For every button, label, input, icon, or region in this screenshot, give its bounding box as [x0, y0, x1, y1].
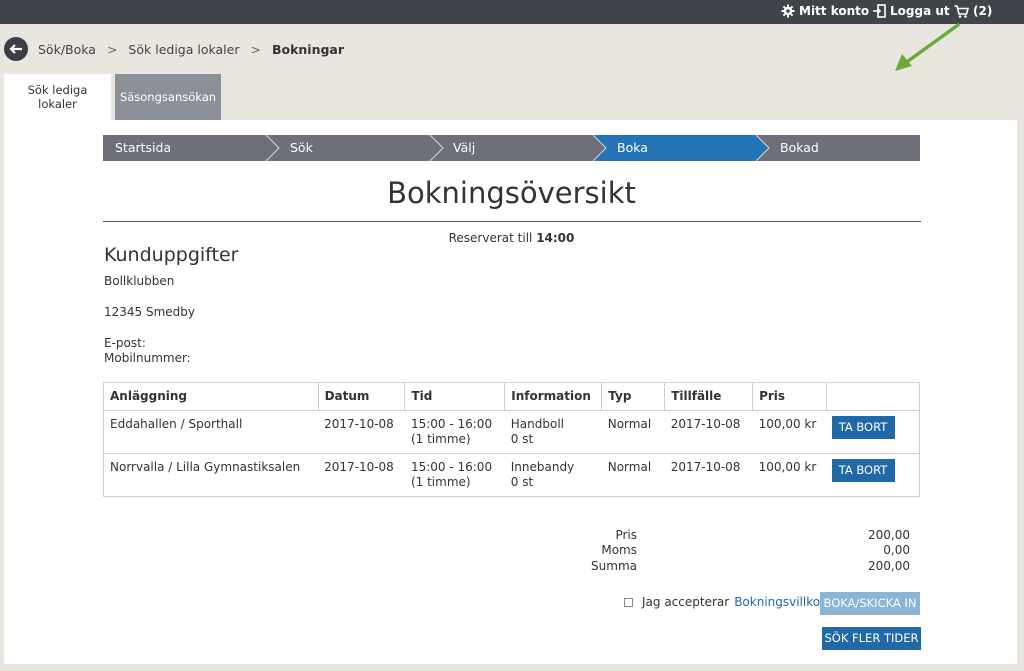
- cell-action: TA BORT: [826, 410, 920, 454]
- breadcrumb: Sök/Boka > Sök lediga lokaler > Bokninga…: [4, 37, 344, 61]
- cell-time: 15:00 - 16:00 (1 timme): [404, 453, 505, 497]
- breadcrumb-current: Bokningar: [271, 41, 345, 57]
- cell-time: 15:00 - 16:00 (1 timme): [404, 410, 505, 454]
- tab-season-application[interactable]: Säsongsansökan: [115, 74, 221, 120]
- breadcrumb-separator: >: [250, 41, 261, 57]
- breadcrumb-separator: >: [106, 41, 118, 57]
- customer-name: Bollklubben: [104, 274, 175, 288]
- cell-date: 2017-10-08: [318, 410, 405, 454]
- cart-count: (2): [973, 4, 993, 18]
- time-range: 15:00 - 16:00: [410, 460, 493, 474]
- terms-acceptance: Jag accepterar Bokningsvillkor: [624, 595, 825, 609]
- table-row: Norrvalla / Lilla Gymnastiksalen 2017-10…: [103, 453, 920, 497]
- cell-type: Normal: [601, 410, 665, 454]
- summary-vat-value: 0,00: [883, 543, 910, 557]
- customer-mobile-label: Mobilnummer:: [104, 351, 191, 365]
- remove-booking-button[interactable]: TA BORT: [831, 416, 895, 439]
- info-count: 0 st: [510, 432, 534, 446]
- back-button[interactable]: [4, 37, 28, 61]
- breadcrumb-link-search-venues[interactable]: Sök lediga lokaler: [128, 42, 239, 57]
- info-activity: Handboll: [510, 417, 564, 431]
- summary-vat-label: Moms: [601, 543, 637, 557]
- column-header-facility: Anläggning: [103, 382, 319, 411]
- cart-link[interactable]: (2): [954, 4, 992, 18]
- summary-total-value: 200,00: [868, 559, 910, 573]
- remove-booking-button[interactable]: TA BORT: [831, 459, 895, 482]
- column-header-price: Pris: [752, 382, 827, 411]
- accept-terms-label: Jag accepterar: [642, 595, 730, 609]
- title-divider: [103, 221, 921, 222]
- submit-booking-button[interactable]: BOKA/SKICKA IN: [820, 592, 920, 615]
- cart-icon: [954, 4, 969, 18]
- logout-link[interactable]: Logga ut: [873, 4, 950, 18]
- step-search[interactable]: Sök: [278, 135, 313, 161]
- step-booked: Bokad: [780, 140, 819, 155]
- breadcrumb-link-search-book[interactable]: Sök/Boka: [38, 42, 96, 57]
- top-bar: Mitt konto Logga ut (2): [0, 0, 1024, 24]
- cell-occasion: 2017-10-08: [664, 410, 753, 454]
- reserved-until: Reserverat till 14:00: [103, 231, 920, 245]
- cell-type: Normal: [601, 453, 665, 497]
- cell-information: Innebandy 0 st: [504, 453, 602, 497]
- time-duration: (1 timme): [410, 475, 471, 489]
- column-header-type: Typ: [601, 382, 666, 411]
- my-account-link[interactable]: Mitt konto: [781, 4, 869, 18]
- column-header-time: Tid: [404, 382, 506, 411]
- customer-heading: Kunduppgifter: [104, 244, 239, 266]
- my-account-label: Mitt konto: [799, 4, 870, 18]
- summary-price-label: Pris: [615, 528, 637, 542]
- cell-facility: Norrvalla / Lilla Gymnastiksalen: [103, 453, 319, 497]
- step-home[interactable]: Startsida: [103, 135, 171, 161]
- cell-action: TA BORT: [826, 453, 920, 497]
- column-header-information: Information: [504, 382, 603, 411]
- logout-label: Logga ut: [890, 4, 950, 18]
- page-title: Bokningsöversikt: [387, 176, 636, 210]
- customer-address: 12345 Smedby: [104, 305, 196, 319]
- reserved-label: Reserverat till: [448, 231, 533, 245]
- time-duration: (1 timme): [410, 432, 471, 446]
- cell-occasion: 2017-10-08: [664, 453, 753, 497]
- column-header-action: [826, 382, 920, 411]
- tab-label: Säsongsansökan: [119, 90, 217, 104]
- cell-price: 100,00 kr: [752, 453, 827, 497]
- annotation-arrow-icon: [895, 23, 960, 71]
- logout-icon: [873, 4, 886, 18]
- customer-email-label: E-post:: [104, 336, 146, 350]
- tab-search-venues[interactable]: Sök lediga lokaler: [4, 74, 111, 120]
- info-count: 0 st: [510, 475, 534, 489]
- step-select[interactable]: Välj: [441, 135, 475, 161]
- gear-icon: [781, 4, 795, 18]
- booking-terms-link[interactable]: Bokningsvillkor: [734, 595, 825, 609]
- column-header-occasion: Tillfälle: [664, 382, 754, 411]
- info-activity: Innebandy: [510, 460, 575, 474]
- arrow-left-icon: [9, 44, 22, 54]
- tab-label: Sök lediga lokaler: [27, 83, 88, 111]
- cell-facility: Eddahallen / Sporthall: [103, 410, 319, 454]
- step-book: Boka: [617, 140, 648, 155]
- table-row: Eddahallen / Sporthall 2017-10-08 15:00 …: [103, 410, 920, 454]
- cell-information: Handboll 0 st: [504, 410, 602, 454]
- summary-total-label: Summa: [591, 559, 637, 573]
- search-more-times-button[interactable]: SÖK FLER TIDER: [822, 627, 921, 650]
- time-range: 15:00 - 16:00: [410, 417, 493, 431]
- summary-price-value: 200,00: [868, 528, 910, 542]
- table-header-row: Anläggning Datum Tid Information Typ Til…: [103, 382, 920, 411]
- column-header-date: Datum: [317, 382, 406, 411]
- cell-price: 100,00 kr: [752, 410, 827, 454]
- accept-terms-checkbox[interactable]: [624, 597, 633, 607]
- booking-steps: Startsida Sök Välj Boka Bokad: [103, 135, 920, 161]
- cell-date: 2017-10-08: [318, 453, 405, 497]
- reserved-time: 14:00: [536, 231, 575, 245]
- bookings-table: Anläggning Datum Tid Information Typ Til…: [103, 382, 920, 497]
